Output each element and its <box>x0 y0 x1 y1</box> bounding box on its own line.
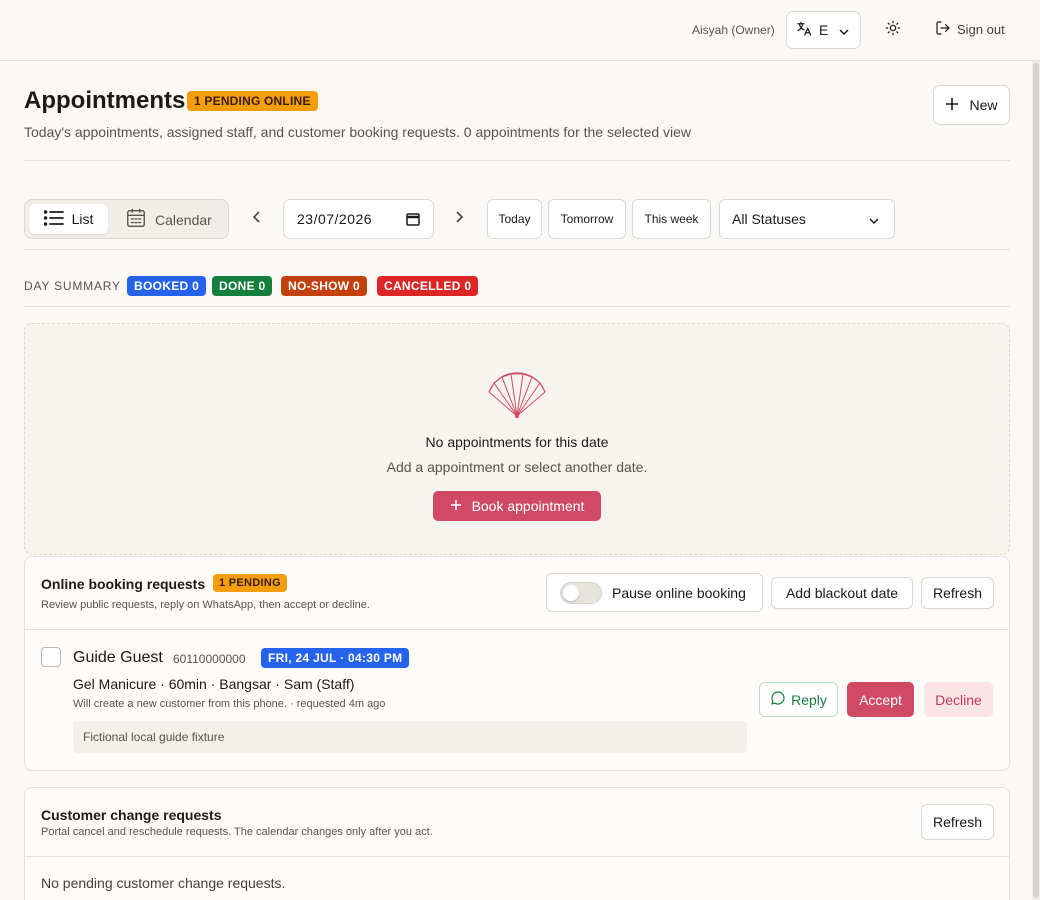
online-booking-requests-card: Online booking requests 1 PENDING Review… <box>24 556 1010 771</box>
refresh-online-requests-button[interactable]: Refresh <box>921 577 994 609</box>
pending-online-badge: 1 PENDING ONLINE <box>187 91 318 111</box>
sign-out-button[interactable]: Sign out <box>935 20 1005 39</box>
done-count-badge: DONE 0 <box>212 276 273 296</box>
view-calendar-label: Calendar <box>155 211 212 228</box>
status-filter-value: All Statuses <box>732 211 806 227</box>
previous-date-button[interactable] <box>249 209 265 229</box>
pause-online-booking-label: Pause online booking <box>612 584 746 601</box>
divider <box>24 306 1010 307</box>
calendar-icon <box>125 207 147 232</box>
status-filter-select[interactable]: All Statuses <box>719 199 895 239</box>
day-summary-label: DAY SUMMARY <box>24 279 121 293</box>
divider <box>25 629 1009 630</box>
plus-icon <box>945 97 959 114</box>
message-circle-icon <box>770 690 786 709</box>
user-label: Aisyah (Owner) <box>692 23 775 37</box>
divider <box>25 856 1009 857</box>
date-value: 23/07/2026 <box>297 211 373 227</box>
customer-change-requests-card: Customer change requests Portal cancel a… <box>24 787 1010 900</box>
theme-toggle-button[interactable] <box>882 19 904 41</box>
request-select-checkbox[interactable] <box>41 647 61 667</box>
no-show-count-badge: NO-SHOW 0 <box>281 276 368 296</box>
add-blackout-date-button[interactable]: Add blackout date <box>771 577 913 609</box>
pending-requests-badge: 1 PENDING <box>213 574 287 592</box>
empty-state-subtitle: Add a appointment or select another date… <box>386 459 648 475</box>
calendar-icon[interactable] <box>406 212 420 229</box>
date-picker[interactable]: 23/07/2026 <box>283 199 434 239</box>
online-requests-subtitle: Review public requests, reply on WhatsAp… <box>41 599 370 611</box>
request-note: Will create a new customer from this pho… <box>73 698 386 710</box>
page-title: Appointments <box>24 87 186 114</box>
view-list-label: List <box>71 211 94 227</box>
translate-icon <box>795 20 813 41</box>
scrollbar-thumb[interactable] <box>1033 63 1039 898</box>
accept-button[interactable]: Accept <box>847 682 914 717</box>
book-appointment-label: Book appointment <box>471 498 585 514</box>
this-week-button[interactable]: This week <box>632 199 711 239</box>
today-button[interactable]: Today <box>487 199 542 239</box>
pause-online-booking-control[interactable]: Pause online booking <box>546 573 763 612</box>
chevron-right-icon <box>454 210 464 228</box>
decline-button[interactable]: Decline <box>924 682 993 717</box>
book-appointment-button[interactable]: Book appointment <box>433 491 601 521</box>
refresh-change-requests-button[interactable]: Refresh <box>921 804 994 840</box>
language-select[interactable]: E <box>786 11 861 49</box>
guest-name: Guide Guest <box>73 649 163 666</box>
language-value: E <box>819 22 829 38</box>
tomorrow-button[interactable]: Tomorrow <box>548 199 626 239</box>
plus-icon <box>450 498 462 514</box>
request-time-badge: FRI, 24 JUL · 04:30 PM <box>261 648 410 668</box>
divider <box>24 249 1010 250</box>
new-appointment-button[interactable]: New <box>933 85 1010 125</box>
next-date-button[interactable] <box>451 209 467 229</box>
logout-icon <box>935 20 951 39</box>
chevron-left-icon <box>252 210 262 228</box>
change-requests-title: Customer change requests <box>41 807 222 823</box>
cancelled-count-badge: CANCELLED 0 <box>377 276 479 296</box>
page-scrollbar[interactable] <box>1032 61 1040 900</box>
booked-count-badge: BOOKED 0 <box>127 276 207 296</box>
online-requests-title: Online booking requests <box>41 576 206 592</box>
divider <box>24 160 1010 161</box>
view-list-button[interactable]: List <box>29 204 108 234</box>
new-label: New <box>969 97 998 113</box>
no-change-requests-text: No pending customer change requests. <box>41 875 286 891</box>
sign-out-label: Sign out <box>957 22 1005 37</box>
pause-booking-toggle[interactable] <box>560 581 602 604</box>
list-icon <box>43 209 64 229</box>
chevron-down-icon <box>868 214 880 230</box>
view-toggle: List Calendar <box>24 199 229 239</box>
sun-icon <box>885 20 901 41</box>
guest-phone: 60110000000 <box>173 652 246 666</box>
empty-state-title: No appointments for this date <box>425 434 609 450</box>
reply-button[interactable]: Reply <box>759 682 838 717</box>
request-message: Fictional local guide fixture <box>73 721 747 753</box>
top-bar: Aisyah (Owner) E Sign out <box>0 0 1040 61</box>
request-service: Gel Manicure · 60min · Bangsar · Sam (St… <box>73 676 355 692</box>
fan-icon <box>485 372 549 425</box>
change-requests-subtitle: Portal cancel and reschedule requests. T… <box>41 826 433 838</box>
reply-label: Reply <box>791 691 827 708</box>
page-subtitle: Today's appointments, assigned staff, an… <box>24 124 692 140</box>
chevron-down-icon <box>838 25 850 41</box>
view-calendar-button[interactable]: Calendar <box>125 207 212 232</box>
